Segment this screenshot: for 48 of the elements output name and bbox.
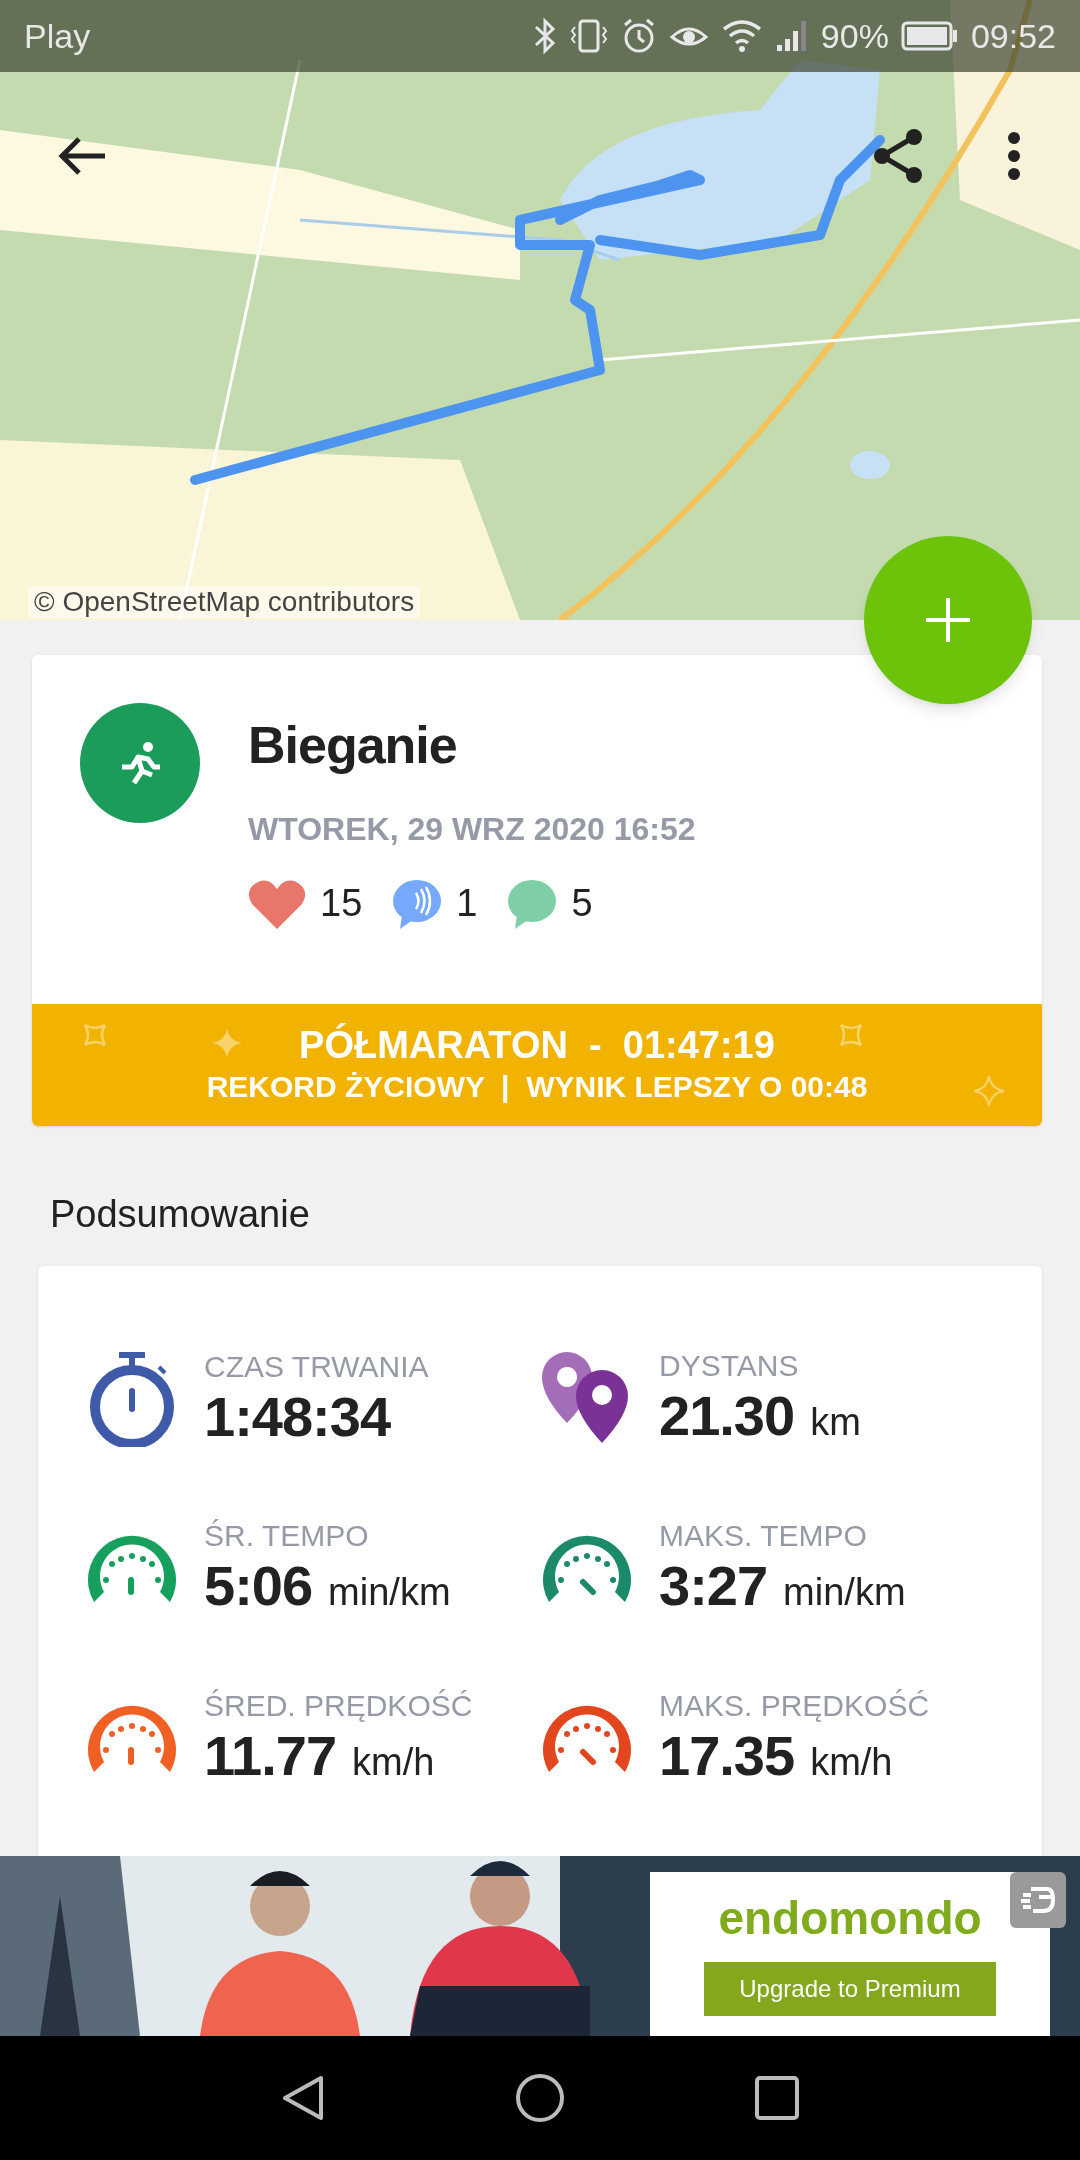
stat-value: 21.30 [659, 1383, 795, 1448]
recents-nav-icon[interactable] [755, 2076, 799, 2120]
home-nav-icon[interactable] [515, 2073, 565, 2123]
more-icon [1007, 131, 1021, 181]
speech-bubble-icon [392, 878, 443, 929]
wifi-icon [720, 17, 763, 55]
battery-icon [900, 19, 959, 53]
comment-icon [507, 878, 558, 929]
bluetooth-icon [532, 17, 557, 55]
stat-unit: min/km [783, 1569, 906, 1615]
map-attribution: © OpenStreetMap contributors [28, 586, 421, 618]
stat-unit: km/h [352, 1739, 435, 1785]
record-title: PÓŁMARATON - 01:47:19 [299, 1023, 775, 1067]
stat-value: 3:27 [659, 1553, 768, 1618]
stat-value: 5:06 [204, 1553, 313, 1618]
clock-time: 09:52 [970, 15, 1056, 57]
count-label: 1 [456, 881, 478, 926]
stat-label: MAKS. PRĘDKOŚĆ [659, 1687, 930, 1724]
heart-icon [248, 878, 306, 929]
upgrade-button[interactable]: Upgrade to Premium [704, 1962, 996, 2016]
activity-date: WTOREK, 29 WRZ 2020 16:52 [248, 810, 696, 849]
carrier-name: Play [24, 15, 91, 57]
stat-label: MAKS. TEMPO [659, 1517, 868, 1554]
back-nav-icon[interactable] [281, 2074, 325, 2122]
plus-icon [926, 598, 970, 642]
vibrate-icon [568, 17, 609, 55]
stat-unit: km/h [810, 1739, 893, 1785]
stat-value: 1:48:34 [204, 1385, 391, 1449]
brand-logo: endomondo [718, 1892, 982, 1944]
stat-label: ŚRED. PRĘDKOŚĆ [204, 1687, 473, 1724]
sparkle-icon [974, 1076, 1004, 1106]
activity-title: Bieganie [248, 715, 458, 775]
stat-label: DYSTANS [659, 1347, 800, 1384]
sparkle-icon [838, 1022, 864, 1048]
stat-label: ŚR. TEMPO [204, 1517, 370, 1554]
count-label: 15 [320, 881, 363, 926]
record-subtitle: REKORD ŻYCIOWY | WYNIK LEPSZY O 00:48 [206, 1069, 868, 1105]
stat-label: CZAS TRWANIA [204, 1349, 429, 1385]
stat-unit: min/km [328, 1569, 451, 1615]
section-heading: Podsumowanie [50, 1192, 310, 1237]
back-icon [57, 135, 107, 177]
stat-value: 17.35 [659, 1723, 795, 1788]
sparkle-icon [82, 1022, 108, 1048]
battery-percent: 90% [820, 15, 889, 57]
sparkle-icon [212, 1028, 242, 1058]
stat-unit: km [810, 1399, 861, 1445]
count-label: 5 [571, 881, 593, 926]
stat-value: 11.77 [204, 1723, 337, 1788]
